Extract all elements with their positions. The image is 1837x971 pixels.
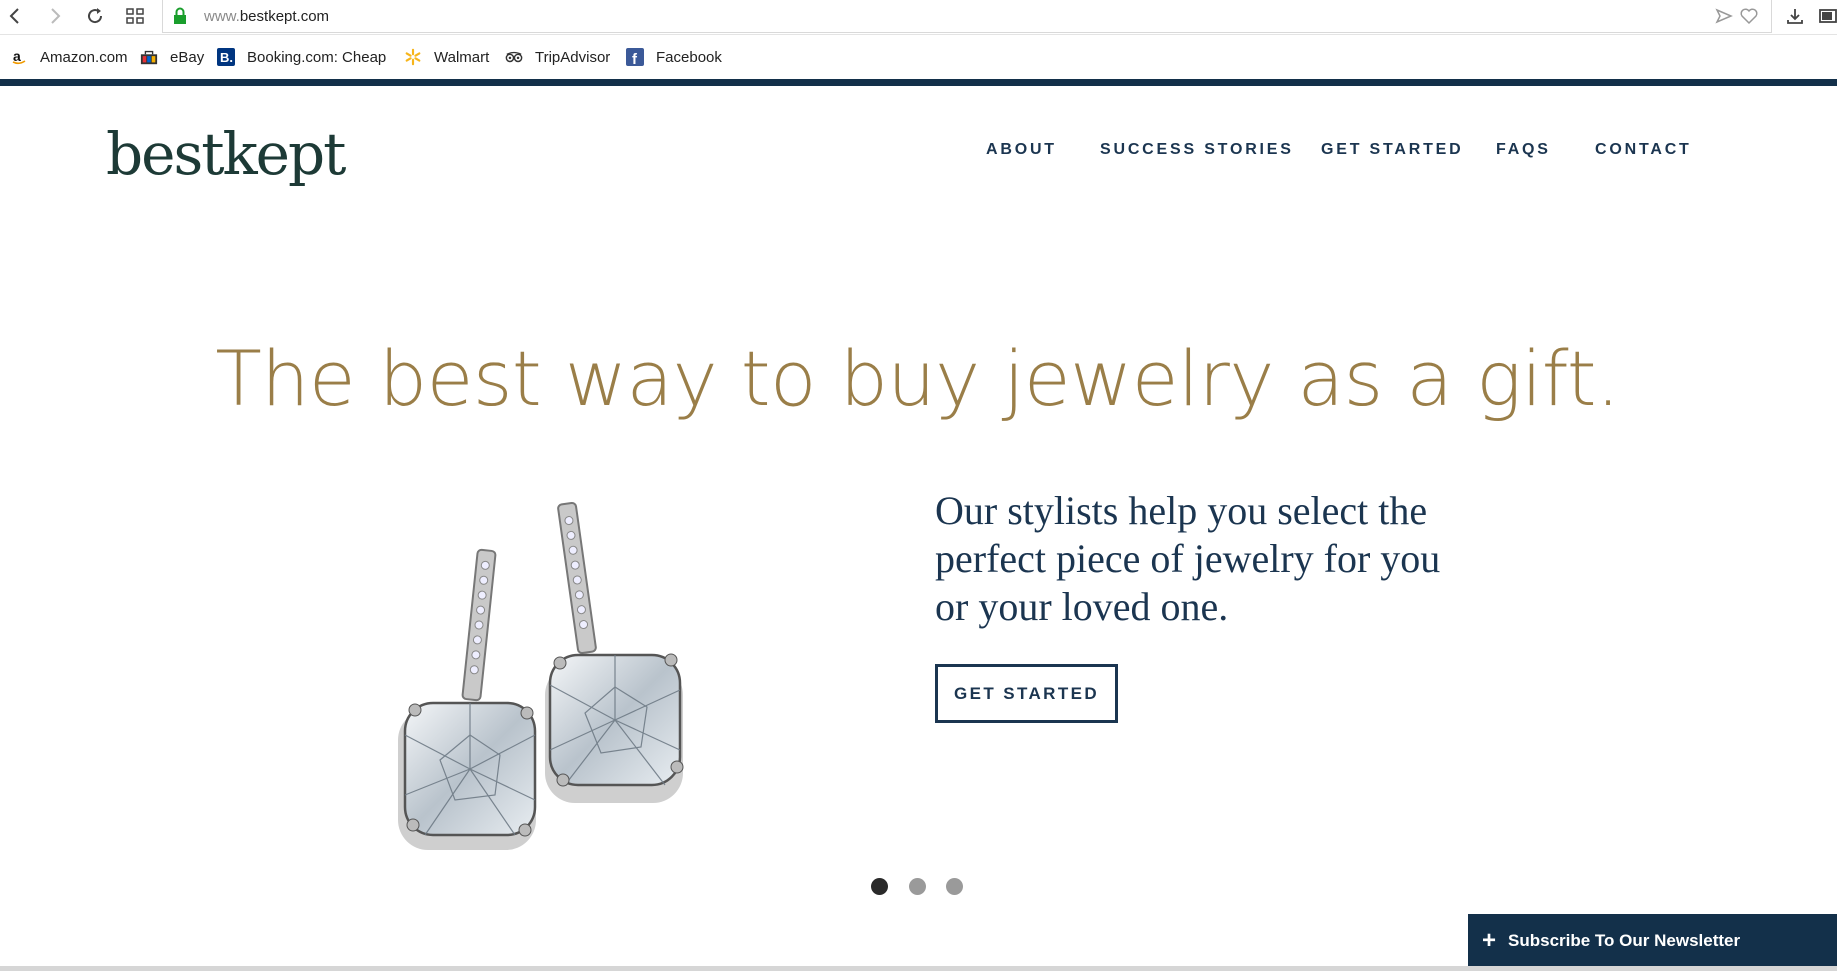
nav-about[interactable]: ABOUT bbox=[986, 141, 1057, 159]
carousel-dot-2[interactable] bbox=[909, 878, 926, 895]
bookmark-tripadvisor[interactable]: TripAdvisor bbox=[505, 46, 610, 68]
nav-contact[interactable]: CONTACT bbox=[1595, 141, 1692, 159]
earrings-image bbox=[398, 501, 684, 850]
download-icon bbox=[1787, 9, 1803, 24]
nav-get-started[interactable]: GET STARTED bbox=[1321, 141, 1464, 159]
browser-toolbar: www.bestkept.com bbox=[0, 0, 1837, 35]
tripadvisor-icon bbox=[505, 48, 523, 66]
nav-faqs[interactable]: FAQS bbox=[1496, 141, 1551, 159]
reload-icon bbox=[88, 8, 103, 24]
booking-icon: B. bbox=[217, 48, 235, 66]
hero-tagline: Our stylists help you select the perfect… bbox=[935, 488, 1441, 629]
sidebar-button[interactable] bbox=[1815, 3, 1837, 29]
hero-title-text: The best way to buy jewelry as a gift. bbox=[215, 334, 1620, 423]
bookmark-ebay[interactable]: eBay bbox=[140, 46, 204, 68]
bookmark-amazon[interactable]: a Amazon.com bbox=[10, 46, 128, 68]
panel-icon bbox=[1819, 9, 1837, 23]
grid-icon bbox=[126, 8, 144, 24]
carousel-dot-3[interactable] bbox=[946, 878, 963, 895]
bookmark-booking[interactable]: B. Booking.com: Cheap bbox=[217, 46, 386, 68]
send-icon[interactable] bbox=[1714, 6, 1734, 26]
nav-success-stories[interactable]: SUCCESS STORIES bbox=[1100, 141, 1294, 159]
hero-title: The best way to buy jewelry as a gift. bbox=[0, 334, 1837, 423]
heart-icon[interactable] bbox=[1739, 6, 1759, 26]
site-logo[interactable]: bestkept bbox=[106, 120, 346, 188]
horizontal-scrollbar[interactable] bbox=[0, 966, 1837, 971]
reload-button[interactable] bbox=[82, 3, 108, 29]
downloads-button[interactable] bbox=[1782, 3, 1808, 29]
chevron-right-icon bbox=[51, 8, 61, 24]
speed-dial-button[interactable] bbox=[122, 3, 148, 29]
newsletter-button[interactable]: + Subscribe To Our Newsletter bbox=[1468, 914, 1837, 968]
url-text: www.bestkept.com bbox=[204, 8, 330, 25]
amazon-icon: a bbox=[10, 48, 28, 66]
facebook-icon: f bbox=[626, 48, 644, 66]
site-top-band bbox=[0, 79, 1837, 86]
forward-button[interactable] bbox=[42, 3, 68, 29]
ebay-icon bbox=[140, 48, 158, 66]
walmart-icon bbox=[404, 48, 422, 66]
address-bar[interactable]: www.bestkept.com bbox=[162, 0, 1772, 33]
lock-icon bbox=[174, 7, 186, 24]
get-started-button[interactable]: GET STARTED bbox=[935, 664, 1118, 723]
bookmark-facebook[interactable]: f Facebook bbox=[626, 46, 722, 68]
bookmark-walmart[interactable]: Walmart bbox=[404, 46, 489, 68]
newsletter-label: Subscribe To Our Newsletter bbox=[1508, 931, 1741, 950]
chevron-left-icon bbox=[9, 8, 19, 24]
carousel-dot-1[interactable] bbox=[871, 878, 888, 895]
back-button[interactable] bbox=[2, 3, 28, 29]
svg-text:B.: B. bbox=[220, 50, 233, 65]
plus-icon: + bbox=[1482, 927, 1497, 954]
bookmarks-bar: a Amazon.com eBay B. Booking.com: Cheap … bbox=[0, 35, 1837, 78]
